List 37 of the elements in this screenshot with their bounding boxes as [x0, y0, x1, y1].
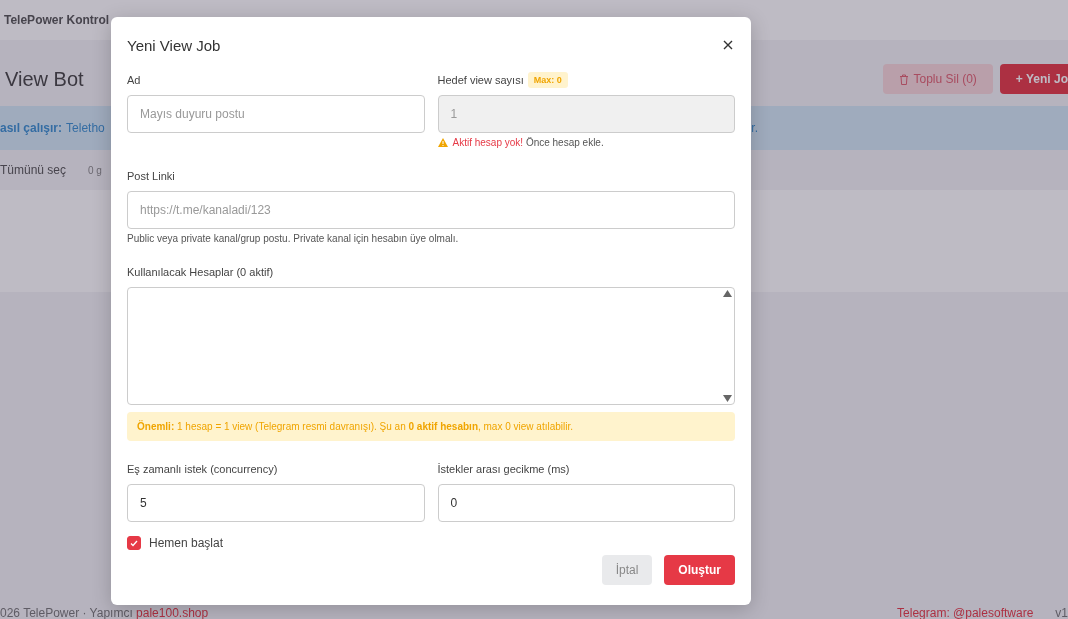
checkbox-label[interactable]: Hemen başlat: [149, 536, 224, 550]
notice-text: Önemli: 1 hesap = 1 view (Telegram resmi davranışı). Şu an 0 aktif hesabın, max 0 view atılabilir.: [127, 412, 735, 441]
footer-link[interactable]: pale100.shop: [136, 606, 209, 619]
footer-text: 026 TelePower · Yapımcı pale100.shop: [0, 607, 209, 619]
trash-icon: [899, 73, 910, 85]
help-text: Public veya private kanal/grup postu. Private kanal için hesabın üye olmalı.: [127, 233, 460, 244]
version-text: v1: [1055, 607, 1068, 619]
warning-icon: [437, 138, 448, 147]
app-title: TelePower Kontrol: [4, 13, 110, 27]
dialog-title: Yeni View Job: [127, 37, 221, 54]
telegram-link[interactable]: Telegram: @palesoftware: [897, 607, 1034, 619]
scroll-down-icon[interactable]: [722, 395, 732, 402]
select-all-label[interactable]: Tümünü seç: [0, 163, 67, 177]
create-button[interactable]: Oluştur: [664, 555, 735, 585]
info-text-end: r.: [751, 121, 758, 135]
max-badge: Max: 0: [527, 72, 568, 88]
check-icon: [130, 539, 138, 547]
scroll-up-icon[interactable]: [722, 290, 732, 297]
checkbox[interactable]: [127, 536, 141, 550]
selected-count: 0 g: [88, 164, 102, 176]
field-label: Hedef view sayısı: [437, 74, 524, 86]
concurrency-input[interactable]: 5: [127, 484, 425, 522]
post-link-input[interactable]: https://t.me/kanaladi/123: [127, 191, 735, 229]
info-text: asıl çalışır: Teletho: [0, 121, 105, 135]
warning-text: Aktif hesap yok! Önce hesap ekle.: [452, 137, 604, 148]
delay-input[interactable]: 0: [437, 484, 735, 522]
page-title: View Bot: [5, 67, 84, 91]
cancel-button[interactable]: İptal: [601, 555, 653, 585]
close-button[interactable]: [723, 39, 735, 52]
field-label: Eş zamanlı istek (concurrency): [127, 463, 278, 475]
new-job-button[interactable]: + Yeni Jo: [999, 64, 1068, 94]
bulk-delete-button[interactable]: Toplu Sil (0): [883, 64, 993, 94]
field-label: İstekler arası gecikme (ms): [437, 463, 570, 475]
field-label: Ad: [127, 74, 141, 86]
name-input[interactable]: Mayıs duyuru postu: [127, 95, 425, 133]
field-label: Post Linki: [127, 170, 175, 182]
field-label: Kullanılacak Hesaplar (0 aktif): [127, 266, 274, 278]
